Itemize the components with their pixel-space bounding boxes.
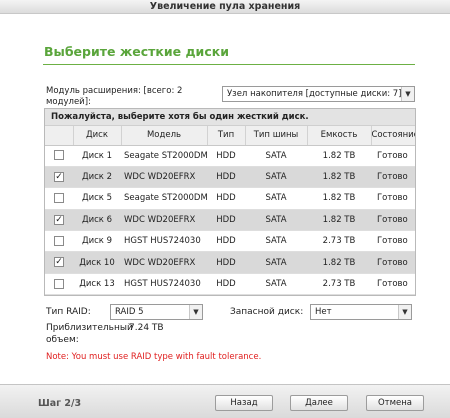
heading-divider bbox=[43, 64, 415, 65]
status-cell: Готово bbox=[371, 145, 415, 167]
model-cell: Seagate ST2000DM001 bbox=[121, 145, 207, 167]
table-row[interactable]: Диск 9 HGST HUS724030 HDD SATA 2.73 TB Готово bbox=[45, 230, 415, 253]
row-checkbox-cell[interactable] bbox=[45, 187, 73, 210]
approx-capacity-label: Приблизительный объем: bbox=[46, 323, 133, 345]
disk-cell: Диск 5 bbox=[73, 187, 121, 210]
disk-table: Пожалуйста, выберите хотя бы один жестки… bbox=[44, 108, 416, 296]
model-cell: HGST HUS724030 bbox=[121, 230, 207, 253]
raid-type-select[interactable]: RAID 5 ▼ bbox=[110, 304, 203, 320]
capacity-cell: 1.82 TB bbox=[307, 187, 371, 210]
disk-checkbox[interactable]: ✓ bbox=[54, 257, 64, 268]
wizard-footer: Шаг 2/3 Назад Далее Отмена bbox=[0, 384, 450, 418]
spare-disk-select[interactable]: Нет ▼ bbox=[310, 304, 412, 320]
column-header-select[interactable] bbox=[45, 126, 74, 146]
disk-cell: Диск 6 bbox=[73, 209, 121, 232]
column-header-capacity[interactable]: Емкость bbox=[307, 126, 372, 146]
spare-disk-value: Нет bbox=[315, 307, 332, 317]
status-cell: Готово bbox=[371, 251, 415, 274]
module-select-value: Узел накопителя [доступные диски: 7] bbox=[227, 89, 402, 99]
bus-cell: SATA bbox=[245, 166, 307, 189]
back-button[interactable]: Назад bbox=[215, 395, 273, 411]
table-row[interactable]: ✓ Диск 6 WDC WD20EFRX HDD SATA 1.82 TB Готово bbox=[45, 209, 415, 232]
row-checkbox-cell[interactable] bbox=[45, 145, 73, 167]
table-header: Диск Модель Тип Тип шины Емкость Состоян… bbox=[45, 126, 415, 146]
table-row[interactable]: ✓ Диск 2 WDC WD20EFRX HDD SATA 1.82 TB Готово bbox=[45, 166, 415, 189]
table-row[interactable]: Диск 1Seagate ST2000DM001HDDSATA1.82 TBГ… bbox=[45, 145, 415, 167]
column-header-disk[interactable]: Диск bbox=[73, 126, 122, 146]
module-select[interactable]: Узел накопителя [доступные диски: 7] ▼ bbox=[222, 86, 415, 102]
row-checkbox-cell[interactable] bbox=[45, 230, 73, 253]
column-header-model[interactable]: Модель bbox=[121, 126, 208, 146]
status-cell: Готово bbox=[371, 166, 415, 189]
model-cell: Seagate ST2000DM001 bbox=[121, 187, 207, 210]
disk-cell: Диск 9 bbox=[73, 230, 121, 253]
table-row[interactable]: Диск 5Seagate ST2000DM001HDDSATA1.82 TBГ… bbox=[45, 187, 415, 210]
column-header-bus[interactable]: Тип шины bbox=[245, 126, 308, 146]
bus-cell: SATA bbox=[245, 251, 307, 274]
type-cell: HDD bbox=[207, 273, 245, 295]
capacity-cell: 1.82 TB bbox=[307, 209, 371, 232]
raid-type-value: RAID 5 bbox=[115, 307, 144, 317]
disk-cell: Диск 13 bbox=[73, 273, 121, 295]
model-cell: WDC WD20EFRX bbox=[121, 166, 207, 189]
model-cell: WDC WD20EFRX bbox=[121, 209, 207, 232]
row-checkbox-cell[interactable]: ✓ bbox=[45, 251, 73, 274]
capacity-cell: 1.82 TB bbox=[307, 145, 371, 167]
model-cell: HGST HUS724030 bbox=[121, 273, 207, 295]
window-title: Увеличение пула хранения bbox=[0, 0, 450, 14]
type-cell: HDD bbox=[207, 230, 245, 253]
disk-checkbox[interactable] bbox=[54, 150, 64, 161]
capacity-cell: 2.73 TB bbox=[307, 273, 371, 295]
model-cell: WDC WD20EFRX bbox=[121, 251, 207, 274]
approx-capacity-value: 7.24 TB bbox=[129, 323, 164, 333]
disk-checkbox[interactable] bbox=[54, 193, 64, 204]
row-checkbox-cell[interactable]: ✓ bbox=[45, 166, 73, 189]
status-cell: Готово bbox=[371, 230, 415, 253]
disk-checkbox[interactable] bbox=[54, 236, 64, 246]
bus-cell: SATA bbox=[245, 209, 307, 232]
cancel-button[interactable]: Отмена bbox=[366, 395, 424, 411]
module-label: Модуль расширения: [всего: 2 модулей]: bbox=[46, 86, 183, 107]
capacity-cell: 1.82 TB bbox=[307, 166, 371, 189]
disk-cell: Диск 2 bbox=[73, 166, 121, 189]
column-header-status[interactable]: Состояние bbox=[371, 126, 415, 146]
bus-cell: SATA bbox=[245, 187, 307, 210]
bus-cell: SATA bbox=[245, 230, 307, 253]
row-checkbox-cell[interactable] bbox=[45, 273, 73, 295]
table-row[interactable]: ✓ Диск 10 WDC WD20EFRX HDD SATA 1.82 TB Готово bbox=[45, 251, 415, 274]
disk-checkbox[interactable]: ✓ bbox=[54, 214, 64, 225]
disk-cell: Диск 1 bbox=[73, 145, 121, 167]
capacity-cell: 1.82 TB bbox=[307, 251, 371, 274]
disk-checkbox[interactable]: ✓ bbox=[54, 171, 64, 182]
fault-tolerance-note: Note: You must use RAID type with fault … bbox=[46, 352, 262, 362]
bus-cell: SATA bbox=[245, 273, 307, 295]
column-header-type[interactable]: Тип bbox=[207, 126, 246, 146]
chevron-down-icon[interactable]: ▼ bbox=[401, 87, 414, 101]
checkmark-icon: ✓ bbox=[55, 171, 63, 182]
checkmark-icon: ✓ bbox=[55, 214, 63, 225]
page-heading: Выберите жесткие диски bbox=[44, 44, 229, 59]
chevron-down-icon[interactable]: ▼ bbox=[398, 305, 411, 319]
raid-type-label: Тип RAID: bbox=[46, 307, 91, 317]
table-message: Пожалуйста, выберите хотя бы один жестки… bbox=[45, 109, 415, 126]
table-row[interactable]: Диск 13 HGST HUS724030 HDD SATA 2.73 TB Готов… bbox=[45, 273, 415, 295]
type-cell: HDD bbox=[207, 166, 245, 189]
bus-cell: SATA bbox=[245, 145, 307, 167]
type-cell: HDD bbox=[207, 187, 245, 210]
type-cell: HDD bbox=[207, 251, 245, 274]
spare-disk-label: Запасной диск: bbox=[230, 307, 304, 317]
next-button[interactable]: Далее bbox=[290, 395, 348, 411]
type-cell: HDD bbox=[207, 209, 245, 232]
type-cell: HDD bbox=[207, 145, 245, 167]
row-checkbox-cell[interactable]: ✓ bbox=[45, 209, 73, 232]
disk-cell: Диск 10 bbox=[73, 251, 121, 274]
capacity-cell: 2.73 TB bbox=[307, 230, 371, 253]
chevron-down-icon[interactable]: ▼ bbox=[189, 305, 202, 319]
checkmark-icon: ✓ bbox=[55, 257, 63, 268]
status-cell: Готово bbox=[371, 187, 415, 210]
status-cell: Готово bbox=[371, 273, 415, 295]
disk-checkbox[interactable] bbox=[54, 278, 64, 289]
status-cell: Готово bbox=[371, 209, 415, 232]
step-indicator: Шаг 2/3 bbox=[38, 398, 82, 409]
